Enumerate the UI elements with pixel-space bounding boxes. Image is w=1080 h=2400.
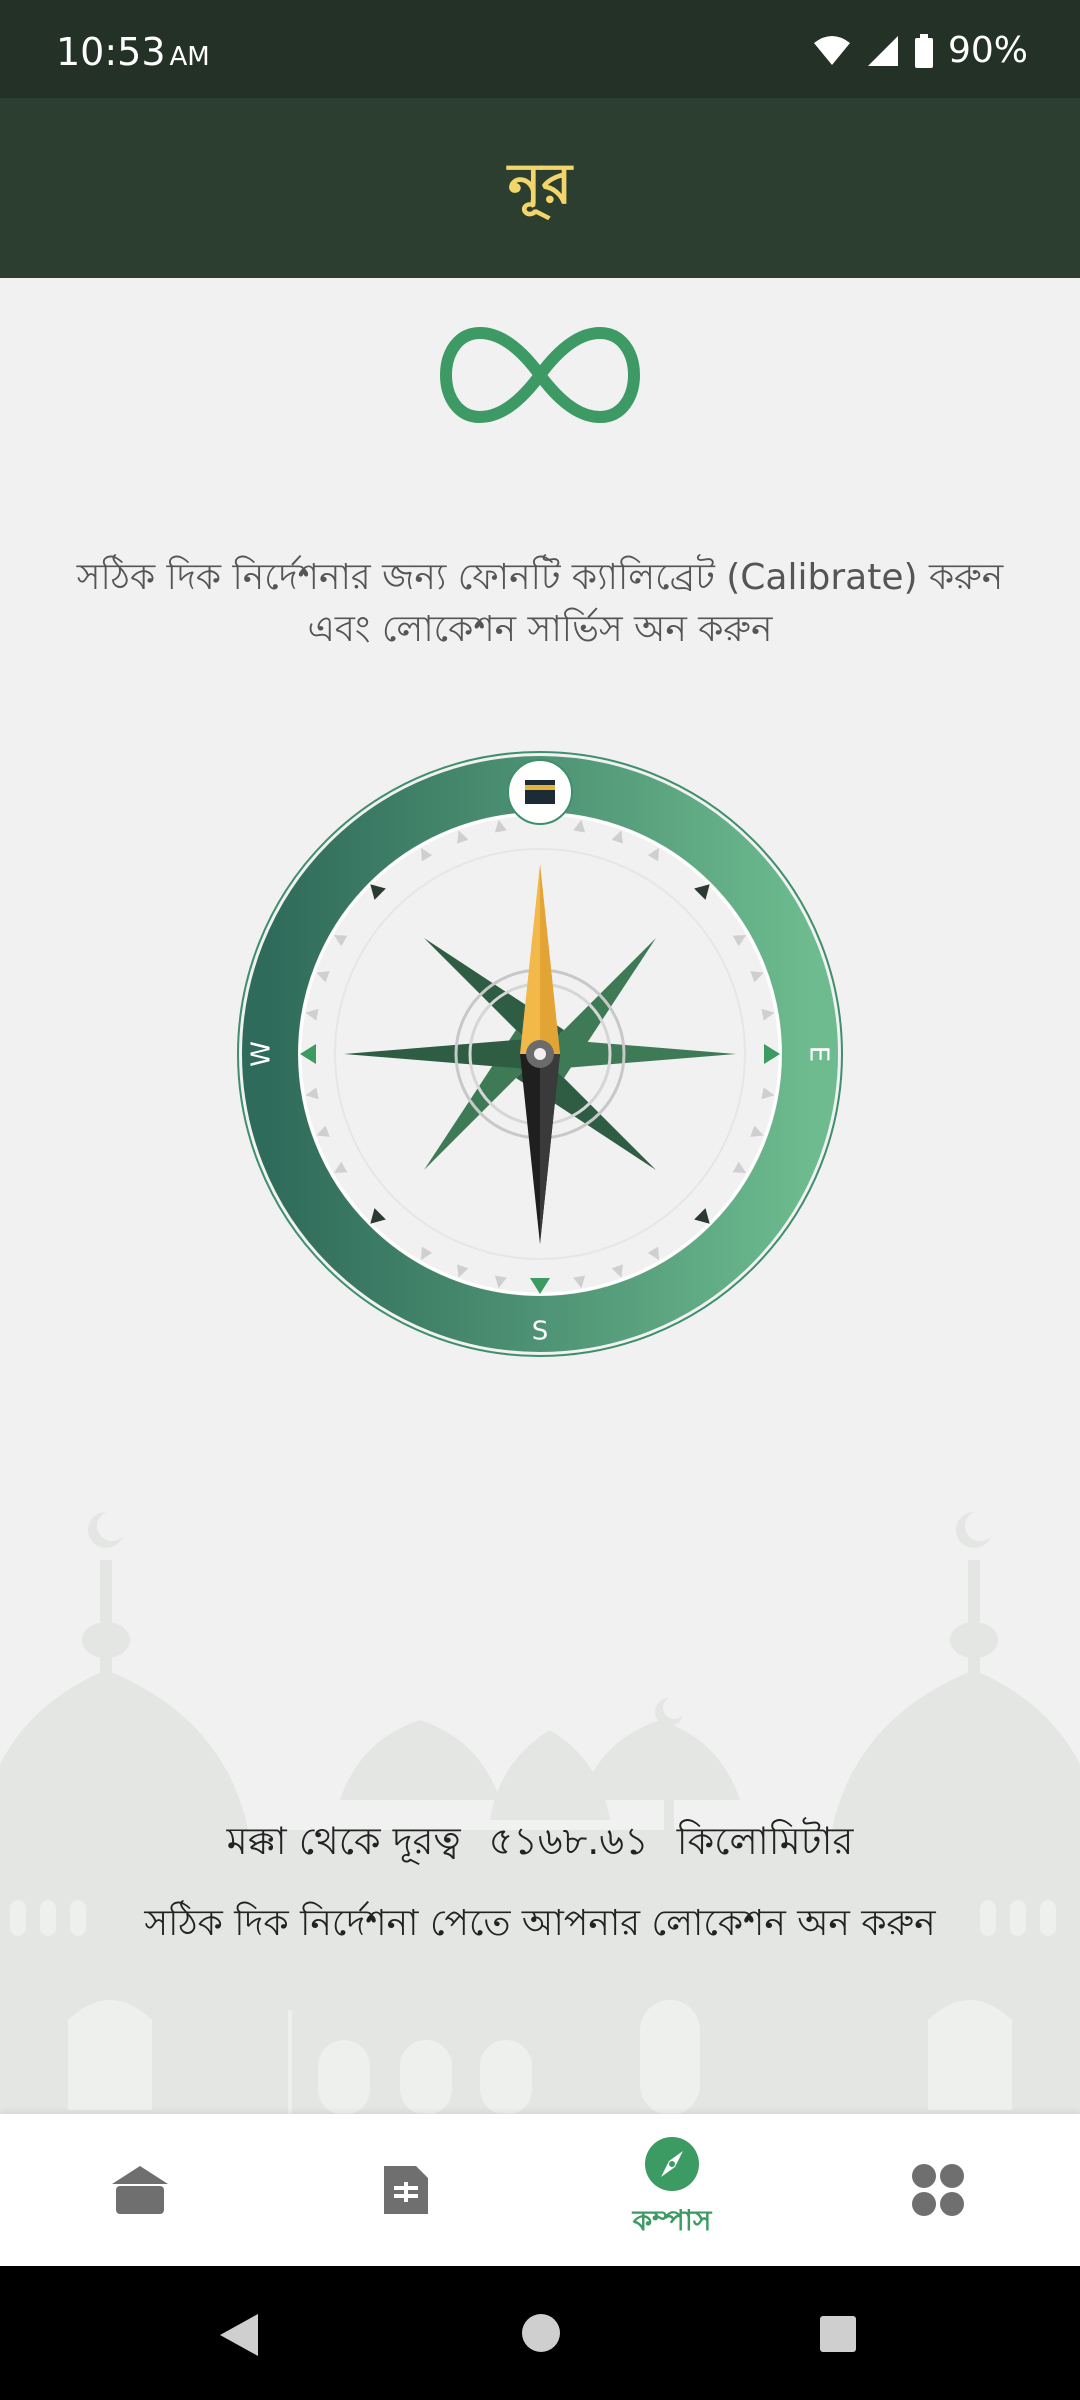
- app-title: নূর: [507, 152, 573, 217]
- nav-compass[interactable]: কম্পাস: [572, 2114, 772, 2266]
- compass-icon: [645, 2136, 699, 2191]
- location-hint: সঠিক দিক নির্দেশনা পেতে আপনার লোকেশন অন …: [144, 1903, 936, 1944]
- distance-value: ৫১৬৮.৬১: [488, 1819, 649, 1863]
- compass-dial: W E S: [237, 751, 843, 1357]
- app-bar: নূর: [0, 98, 1080, 278]
- distance-unit: কিলোমিটার: [676, 1819, 854, 1863]
- status-icons: 90%: [812, 30, 1028, 71]
- grid-icon: [912, 2164, 964, 2216]
- compass-south-label: S: [532, 1317, 549, 1347]
- status-time: 10:53 AM: [56, 30, 210, 74]
- battery-icon: [914, 33, 933, 68]
- home-icon: [112, 2166, 168, 2214]
- nav-more[interactable]: [838, 2114, 1038, 2266]
- system-nav-bar: [0, 2266, 1080, 2400]
- book-icon: [384, 2166, 428, 2214]
- nav-book[interactable]: [306, 2114, 506, 2266]
- status-ampm: AM: [169, 42, 210, 72]
- distance-prefix: মক্কা থেকে দূরত্ব: [226, 1819, 461, 1863]
- bottom-nav: কম্পাস: [0, 2114, 1080, 2266]
- status-bar: 10:53 AM 90%: [0, 0, 1080, 98]
- mecca-distance: মক্কা থেকে দূরত্ব ৫১৬৮.৬১ কিলোমিটার: [0, 1812, 1080, 1876]
- kaaba-icon: [507, 759, 573, 825]
- back-icon[interactable]: [218, 2312, 260, 2358]
- recents-icon[interactable]: [818, 2314, 858, 2354]
- calibration-instruction: সঠিক দিক নির্দেশনার জন্য ফোনটি ক্যালিব্র…: [76, 557, 1004, 650]
- battery-percent: 90%: [947, 30, 1028, 71]
- signal-icon: [867, 35, 898, 66]
- wifi-icon: [813, 35, 850, 65]
- compass-west-label: W: [247, 1041, 277, 1067]
- compass-east-label: E: [804, 1046, 834, 1062]
- nav-home[interactable]: [40, 2114, 240, 2266]
- calibrate-loop-icon: [439, 326, 641, 424]
- status-time-value: 10:53: [56, 30, 166, 74]
- nav-compass-label: কম্পাস: [632, 2203, 712, 2237]
- mosque-background: [0, 1511, 1080, 2115]
- home-nav-icon[interactable]: [520, 2312, 562, 2354]
